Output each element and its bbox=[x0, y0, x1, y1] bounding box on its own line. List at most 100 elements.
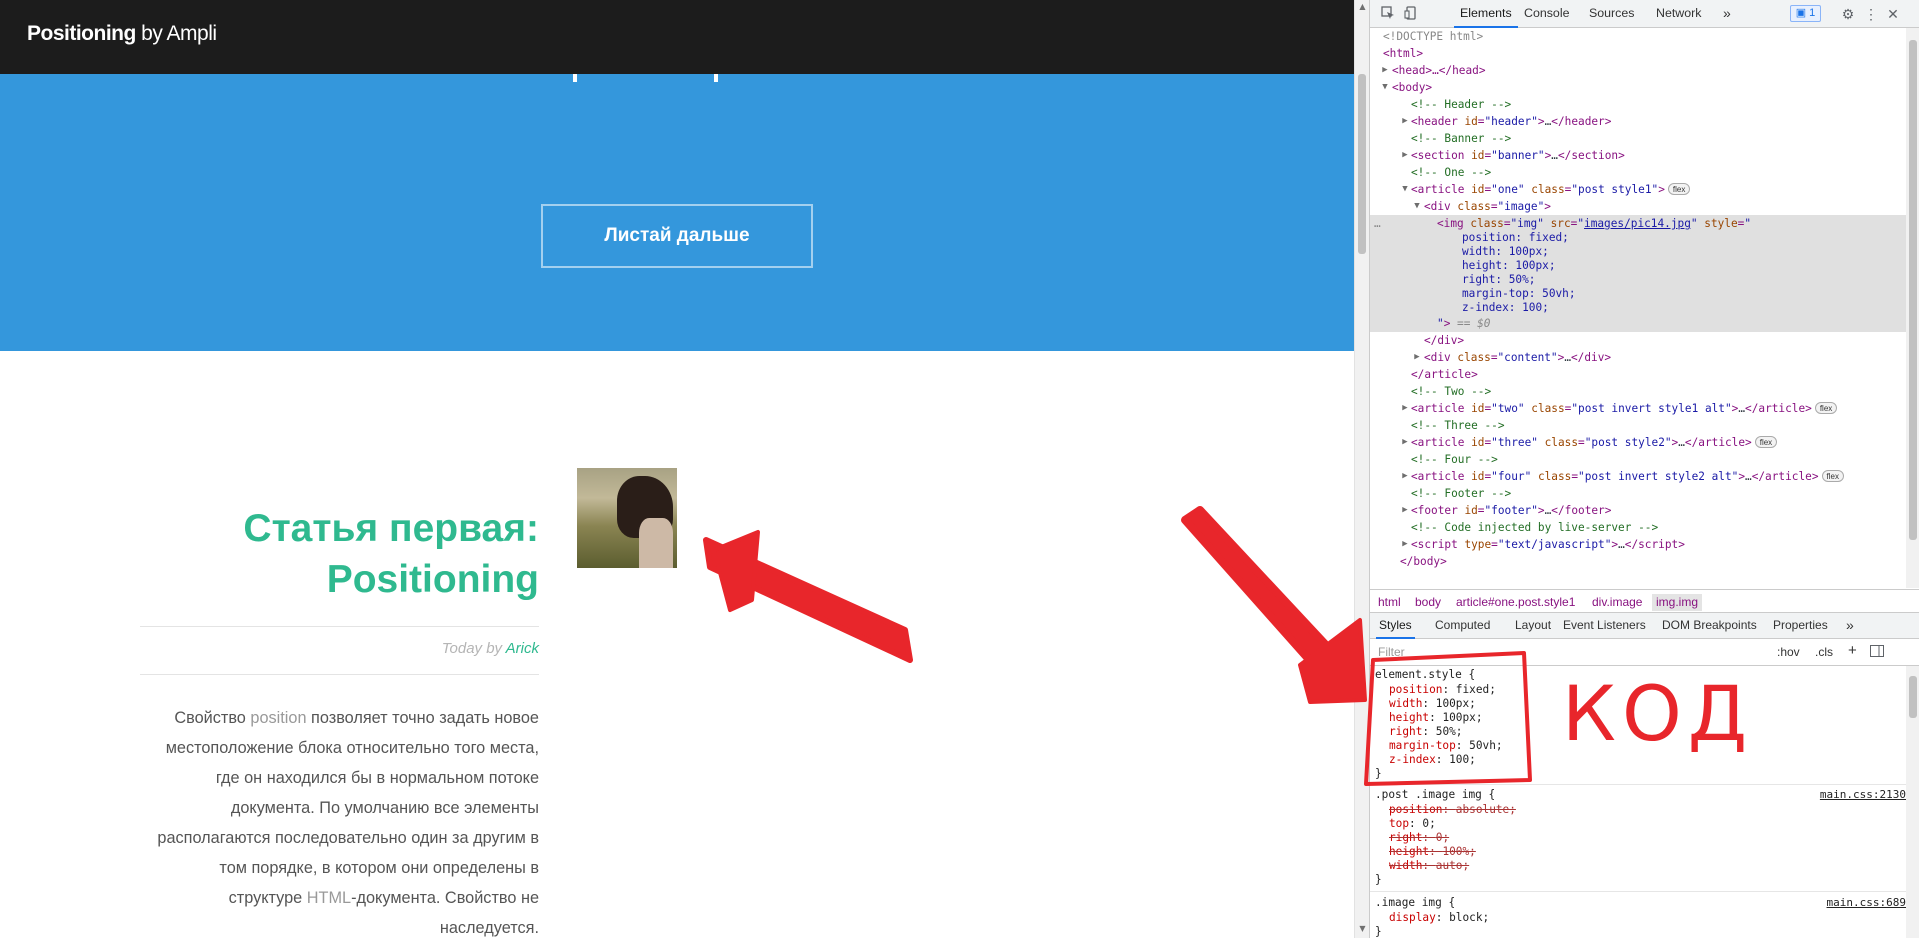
tab-network[interactable]: Network bbox=[1656, 0, 1701, 28]
styles-scrollbar[interactable] bbox=[1906, 666, 1919, 938]
dom-comment[interactable]: <!-- One --> bbox=[1370, 164, 1906, 181]
collapse-arrow-icon[interactable]: ▼ bbox=[1412, 198, 1422, 215]
dom-node[interactable]: ▶ <head>…</head> bbox=[1370, 62, 1906, 79]
filter-input[interactable]: Filter bbox=[1378, 645, 1405, 659]
dom-node-selected-end[interactable]: "> == $0 bbox=[1370, 315, 1906, 332]
tab-computed[interactable]: Computed bbox=[1435, 613, 1490, 639]
breadcrumb-item[interactable]: html bbox=[1374, 594, 1405, 611]
dom-node-selected[interactable]: … <img class="img" src="images/pic14.jpg… bbox=[1370, 215, 1906, 315]
dom-comment[interactable]: <!-- Code injected by live-server --> bbox=[1370, 519, 1906, 536]
dom-comment[interactable]: <!-- Four --> bbox=[1370, 451, 1906, 468]
expand-arrow-icon[interactable]: ▶ bbox=[1412, 349, 1422, 366]
dom-node[interactable]: ▶ <section id="banner">…</section> bbox=[1370, 147, 1906, 164]
rule-source-link[interactable]: main.css:689 bbox=[1827, 896, 1906, 909]
css-declaration[interactable]: right: 50%; bbox=[1389, 725, 1462, 739]
rule-source-link[interactable]: main.css:2130 bbox=[1820, 788, 1906, 801]
rule-selector[interactable]: .image img { bbox=[1375, 896, 1455, 910]
dom-comment[interactable]: <!-- Footer --> bbox=[1370, 485, 1906, 502]
more-tabs-button[interactable]: » bbox=[1723, 0, 1731, 28]
css-declaration-overridden[interactable]: height: 100%; bbox=[1389, 845, 1476, 859]
expand-arrow-icon[interactable]: ▶ bbox=[1400, 113, 1410, 130]
scroll-more-button[interactable]: Листай дальше bbox=[541, 204, 813, 268]
dom-node[interactable]: </article> bbox=[1370, 366, 1906, 383]
expand-arrow-icon[interactable]: ▶ bbox=[1400, 147, 1410, 164]
dom-comment[interactable]: <!-- Header --> bbox=[1370, 96, 1906, 113]
dom-node[interactable]: </body> bbox=[1370, 553, 1906, 570]
breadcrumb-item-current[interactable]: img.img bbox=[1652, 594, 1703, 611]
breadcrumb-item[interactable]: body bbox=[1411, 594, 1445, 611]
dom-comment[interactable]: <!-- Two --> bbox=[1370, 383, 1906, 400]
more-tabs-button[interactable]: » bbox=[1846, 613, 1854, 639]
scrollbar-thumb[interactable] bbox=[1909, 676, 1917, 718]
css-declaration[interactable]: display: block; bbox=[1389, 911, 1489, 925]
dom-node[interactable]: ▶ <div class="content">…</div> bbox=[1370, 349, 1906, 366]
dom-node[interactable]: ▼ <article id="one" class="post style1"> f… bbox=[1370, 181, 1906, 198]
dom-node[interactable]: ▶ <header id="header">…</header> bbox=[1370, 113, 1906, 130]
tab-dom-breakpoints[interactable]: DOM Breakpoints bbox=[1662, 613, 1757, 639]
flex-badge[interactable]: flex bbox=[1821, 470, 1844, 482]
css-declaration[interactable]: position: fixed; bbox=[1389, 683, 1496, 697]
device-toolbar-icon[interactable] bbox=[1403, 6, 1419, 22]
dom-comment[interactable]: <!-- Banner --> bbox=[1370, 130, 1906, 147]
expand-arrow-icon[interactable]: ▶ bbox=[1400, 468, 1410, 485]
dom-node[interactable]: ▶ <article id="four" class="post invert s… bbox=[1370, 468, 1906, 485]
expand-arrow-icon[interactable]: ▶ bbox=[1400, 434, 1410, 451]
flex-badge[interactable]: flex bbox=[1754, 436, 1778, 448]
expand-arrow-icon[interactable]: ▶ bbox=[1400, 502, 1410, 519]
collapse-arrow-icon[interactable]: ▼ bbox=[1400, 181, 1410, 198]
tab-styles[interactable]: Styles bbox=[1376, 613, 1415, 639]
breadcrumb-item[interactable]: article#one.post.style1 bbox=[1452, 594, 1579, 611]
new-rule-icon[interactable]: + bbox=[1848, 642, 1857, 659]
inspect-element-icon[interactable] bbox=[1380, 6, 1396, 22]
scroll-up-icon[interactable]: ▲ bbox=[1355, 2, 1370, 11]
tab-event-listeners[interactable]: Event Listeners bbox=[1563, 613, 1646, 639]
class-toggle[interactable]: .cls bbox=[1815, 645, 1833, 659]
toggle-sidebar-icon[interactable] bbox=[1870, 645, 1884, 660]
dom-node[interactable]: <!DOCTYPE html> bbox=[1370, 28, 1906, 45]
css-declaration-overridden[interactable]: right: 0; bbox=[1389, 831, 1449, 845]
tab-console[interactable]: Console bbox=[1524, 0, 1569, 28]
dom-scrollbar[interactable] bbox=[1906, 28, 1919, 588]
node-actions-icon[interactable]: … bbox=[1374, 215, 1381, 232]
css-declaration-overridden[interactable]: position: absolute; bbox=[1389, 803, 1516, 817]
rule-selector[interactable]: .post .image img { bbox=[1375, 788, 1495, 802]
expand-arrow-icon[interactable]: ▶ bbox=[1400, 400, 1410, 417]
dom-node[interactable]: ▶ <script type="text/javascript">…</scrip… bbox=[1370, 536, 1906, 553]
scroll-down-icon[interactable]: ▼ bbox=[1355, 924, 1370, 933]
flex-badge[interactable]: flex bbox=[1667, 183, 1691, 195]
dom-node[interactable]: ▼ <div class="image"> bbox=[1370, 198, 1906, 215]
site-brand[interactable]: Positioning by Ampli bbox=[27, 22, 217, 46]
issues-badge[interactable]: ▣ 1 bbox=[1790, 5, 1821, 22]
kebab-menu-icon[interactable]: ⋮ bbox=[1863, 6, 1879, 22]
css-declaration[interactable]: width: 100px; bbox=[1389, 697, 1476, 711]
css-declaration[interactable]: top: 0; bbox=[1389, 817, 1436, 831]
tab-layout[interactable]: Layout bbox=[1515, 613, 1551, 639]
css-declaration[interactable]: margin-top: 50vh; bbox=[1389, 739, 1503, 753]
expand-arrow-icon[interactable]: ▶ bbox=[1380, 62, 1390, 79]
tab-elements[interactable]: Elements bbox=[1454, 0, 1518, 28]
flex-badge[interactable]: flex bbox=[1814, 402, 1838, 414]
author-link[interactable]: Arick bbox=[506, 640, 539, 657]
dom-comment[interactable]: <!-- Three --> bbox=[1370, 417, 1906, 434]
close-icon[interactable]: ✕ bbox=[1885, 6, 1901, 22]
rule-selector[interactable]: element.style { bbox=[1375, 668, 1475, 682]
scrollbar-thumb[interactable] bbox=[1909, 40, 1917, 540]
tab-properties[interactable]: Properties bbox=[1773, 613, 1828, 639]
dom-node[interactable]: ▶ <article id="two" class="post invert st… bbox=[1370, 400, 1906, 417]
css-declaration[interactable]: height: 100px; bbox=[1389, 711, 1483, 725]
dom-node[interactable]: </div> bbox=[1370, 332, 1906, 349]
dom-node[interactable]: ▶ <footer id="footer">…</footer> bbox=[1370, 502, 1906, 519]
css-declaration-overridden[interactable]: width: auto; bbox=[1389, 859, 1469, 873]
dom-node[interactable]: <html> bbox=[1370, 45, 1906, 62]
css-declaration[interactable]: z-index: 100; bbox=[1389, 753, 1476, 767]
dom-node[interactable]: ▶ <article id="three" class="post style2"… bbox=[1370, 434, 1906, 451]
expand-arrow-icon[interactable]: ▶ bbox=[1400, 536, 1410, 553]
breadcrumb-item[interactable]: div.image bbox=[1588, 594, 1646, 611]
collapse-arrow-icon[interactable]: ▼ bbox=[1380, 79, 1390, 96]
tab-sources[interactable]: Sources bbox=[1589, 0, 1634, 28]
scrollbar-thumb[interactable] bbox=[1358, 74, 1366, 254]
hover-state-toggle[interactable]: :hov bbox=[1777, 645, 1800, 659]
gear-icon[interactable]: ⚙ bbox=[1840, 6, 1856, 22]
page-scrollbar[interactable]: ▲ ▼ bbox=[1354, 0, 1369, 938]
dom-node[interactable]: ▼ <body> bbox=[1370, 79, 1906, 96]
